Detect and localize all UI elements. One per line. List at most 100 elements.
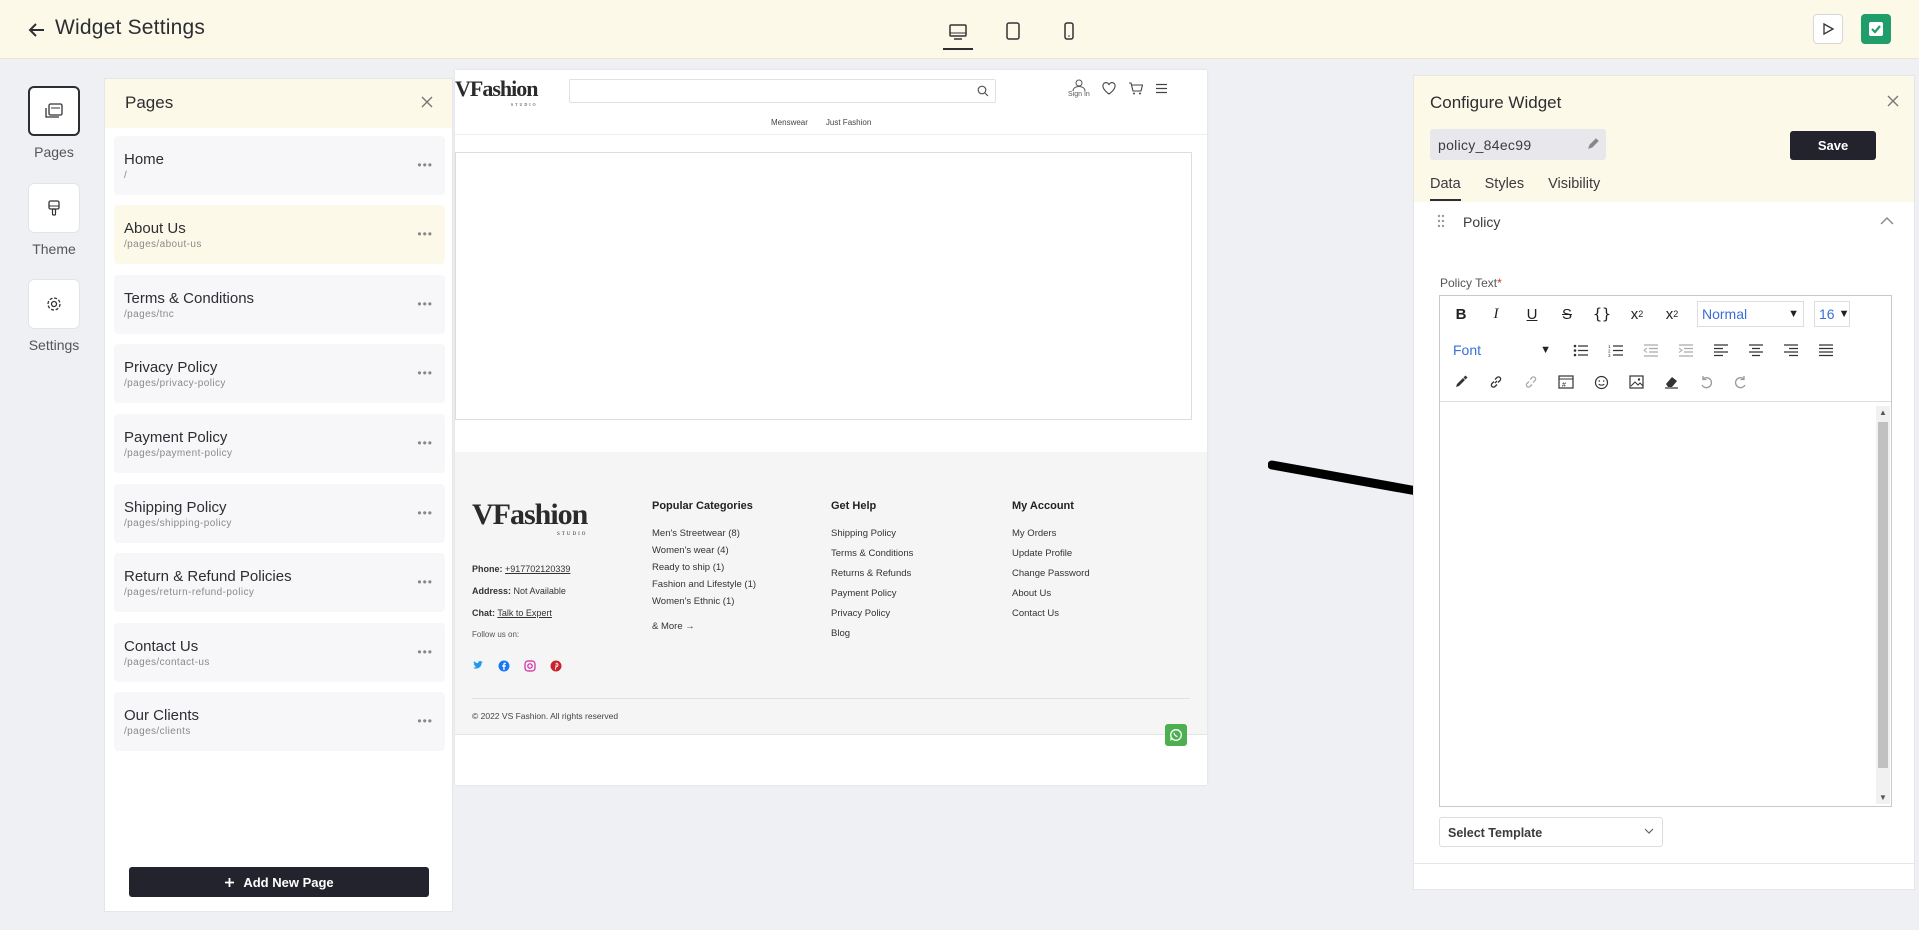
code-block-icon[interactable]: {} [1589, 302, 1615, 326]
embed-icon[interactable]: # [1553, 370, 1579, 394]
outdent-icon[interactable] [1638, 338, 1664, 362]
page-item-our-clients[interactable]: Our Clients /pages/clients ••• [114, 692, 445, 751]
chevron-up-icon[interactable] [1880, 216, 1894, 225]
page-item-home[interactable]: Home / ••• [114, 136, 445, 195]
color-picker-icon[interactable] [1448, 370, 1474, 394]
page-item-privacy-policy[interactable]: Privacy Policy /pages/privacy-policy ••• [114, 344, 445, 403]
close-icon[interactable] [1886, 94, 1900, 108]
italic-icon[interactable]: I [1483, 302, 1509, 326]
emoji-icon[interactable] [1588, 370, 1614, 394]
page-item-payment-policy[interactable]: Payment Policy /pages/payment-policy ••• [114, 414, 445, 473]
format-select[interactable]: Normal ▼ [1697, 301, 1804, 327]
facebook-icon[interactable] [498, 660, 510, 672]
align-center-icon[interactable] [1743, 338, 1769, 362]
back-arrow-icon[interactable] [26, 19, 48, 41]
eraser-icon[interactable] [1658, 370, 1684, 394]
footer-link[interactable]: Women's Ethnic (1) [652, 596, 756, 607]
page-item-about-us[interactable]: About Us /pages/about-us ••• [114, 205, 445, 264]
footer-link[interactable]: Privacy Policy [831, 608, 913, 619]
nav-link-just-fashion[interactable]: Just Fashion [826, 118, 871, 127]
unlink-icon[interactable] [1518, 370, 1544, 394]
more-options-icon[interactable]: ••• [417, 646, 433, 658]
chat-link[interactable]: Talk to Expert [497, 608, 552, 618]
more-options-icon[interactable]: ••• [417, 159, 433, 171]
more-options-icon[interactable]: ••• [417, 576, 433, 588]
redo-icon[interactable] [1728, 370, 1754, 394]
rich-text-editor[interactable]: B I U S {} x2 x2 Normal ▼ 16 ▼ Font ▼ 123 [1439, 295, 1892, 807]
footer-more-link[interactable]: & More → [652, 621, 756, 632]
editor-scrollbar-thumb[interactable] [1878, 422, 1888, 768]
tablet-view-button[interactable] [998, 16, 1028, 46]
footer-link[interactable]: Change Password [1012, 568, 1090, 579]
footer-link[interactable]: Payment Policy [831, 588, 913, 599]
scroll-down-icon[interactable]: ▼ [1878, 793, 1888, 802]
footer-link[interactable]: Returns & Refunds [831, 568, 913, 579]
tab-data[interactable]: Data [1430, 176, 1461, 201]
footer-link[interactable]: Ready to ship (1) [652, 562, 756, 573]
align-justify-icon[interactable] [1813, 338, 1839, 362]
twitter-icon[interactable] [472, 660, 484, 672]
rail-item-theme[interactable]: Theme [27, 183, 81, 257]
footer-link[interactable]: Fashion and Lifestyle (1) [652, 579, 756, 590]
strikethrough-icon[interactable]: S [1554, 302, 1580, 326]
heart-icon[interactable] [1102, 82, 1116, 95]
superscript-icon[interactable]: x2 [1624, 302, 1650, 326]
footer-link[interactable]: Update Profile [1012, 548, 1090, 559]
footer-link[interactable]: Men's Streetwear (8) [652, 528, 756, 539]
more-options-icon[interactable]: ••• [417, 228, 433, 240]
site-search-input[interactable] [569, 79, 996, 103]
tab-visibility[interactable]: Visibility [1548, 176, 1600, 201]
font-family-select[interactable]: Font ▼ [1448, 337, 1556, 363]
page-item-shipping-policy[interactable]: Shipping Policy /pages/shipping-policy •… [114, 484, 445, 543]
widget-id-field[interactable]: policy_84ec99 [1430, 129, 1606, 160]
site-preview[interactable]: VFashion STUDIO Sign In Menswear Just Fa… [455, 70, 1207, 785]
bold-icon[interactable]: B [1448, 302, 1474, 326]
publish-button[interactable] [1861, 14, 1891, 44]
whatsapp-button[interactable] [1165, 724, 1187, 746]
add-new-page-button[interactable]: Add New Page [129, 867, 429, 897]
footer-link[interactable]: Women's wear (4) [652, 545, 756, 556]
footer-link[interactable]: My Orders [1012, 528, 1090, 539]
indent-icon[interactable] [1673, 338, 1699, 362]
footer-link[interactable]: Shipping Policy [831, 528, 913, 539]
bullet-list-icon[interactable] [1568, 338, 1594, 362]
page-item-contact-us[interactable]: Contact Us /pages/contact-us ••• [114, 623, 445, 682]
instagram-icon[interactable] [524, 660, 536, 672]
subscript-icon[interactable]: x2 [1659, 302, 1685, 326]
rail-item-settings[interactable]: Settings [27, 279, 81, 353]
underline-icon[interactable]: U [1519, 302, 1545, 326]
scroll-up-icon[interactable]: ▲ [1878, 408, 1888, 417]
preview-button[interactable] [1813, 14, 1843, 44]
page-item-return-refund[interactable]: Return & Refund Policies /pages/return-r… [114, 553, 445, 612]
numbered-list-icon[interactable]: 123 [1603, 338, 1629, 362]
phone-link[interactable]: +917702120339 [505, 564, 570, 574]
select-template-dropdown[interactable]: Select Template [1439, 817, 1663, 847]
footer-link[interactable]: Contact Us [1012, 608, 1090, 619]
desktop-view-button[interactable] [943, 16, 973, 50]
tab-styles[interactable]: Styles [1485, 176, 1525, 201]
pinterest-icon[interactable] [550, 660, 562, 672]
footer-link[interactable]: About Us [1012, 588, 1090, 599]
mobile-view-button[interactable] [1054, 16, 1084, 46]
link-icon[interactable] [1483, 370, 1509, 394]
editor-scrollbar[interactable]: ▲ ▼ [1876, 406, 1890, 804]
save-button[interactable]: Save [1790, 131, 1876, 160]
image-icon[interactable] [1623, 370, 1649, 394]
cart-icon[interactable] [1128, 82, 1143, 95]
align-right-icon[interactable] [1778, 338, 1804, 362]
more-options-icon[interactable]: ••• [417, 437, 433, 449]
rail-item-pages[interactable]: Pages [27, 86, 81, 160]
more-options-icon[interactable]: ••• [417, 507, 433, 519]
close-icon[interactable] [420, 95, 434, 109]
more-options-icon[interactable]: ••• [417, 367, 433, 379]
footer-link[interactable]: Terms & Conditions [831, 548, 913, 559]
policy-section-header[interactable]: Policy [1414, 202, 1914, 244]
sign-in-link[interactable]: Sign In [1068, 79, 1090, 98]
pencil-icon[interactable] [1587, 137, 1600, 150]
nav-link-menswear[interactable]: Menswear [771, 118, 808, 127]
more-options-icon[interactable]: ••• [417, 715, 433, 727]
footer-link[interactable]: Blog [831, 628, 913, 639]
undo-icon[interactable] [1693, 370, 1719, 394]
drag-handle-icon[interactable] [1436, 213, 1446, 229]
align-left-icon[interactable] [1708, 338, 1734, 362]
